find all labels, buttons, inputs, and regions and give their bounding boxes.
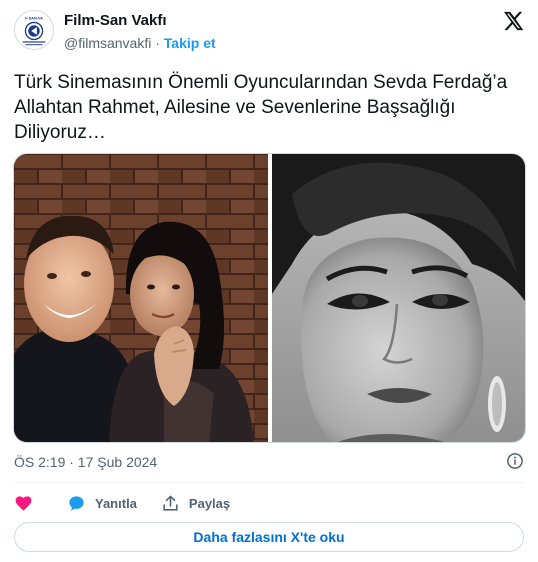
handle-row: @filmsanvakfi · Takip et [64,35,216,51]
photo-bw-portrait[interactable] [272,154,525,442]
heart-icon [15,495,32,511]
like-button[interactable] [14,494,33,513]
share-button[interactable]: Paylaş [161,494,230,513]
reply-button[interactable]: Yanıtla [67,494,137,513]
timestamp[interactable]: ÖS 2:19 · 17 Şub 2024 [14,454,157,470]
tweet-text: Türk Sinemasının Önemli Oyuncularından S… [14,72,508,143]
share-label: Paylaş [188,495,231,511]
action-bar: Yanıtla Paylaş [14,492,254,514]
x-logo-icon[interactable] [502,10,524,32]
author-name[interactable]: Film-San Vakfı [64,12,167,29]
follow-button[interactable]: Takip et [164,35,216,51]
avatar[interactable]: F·SAN·VA [14,10,54,50]
read-more-button[interactable]: Daha fazlasını X'te oku [14,522,524,552]
tweet-card: F·SAN·VA Film-San Vakfı @filmsanvakfi · … [0,0,538,562]
separator: · [155,35,160,51]
divider [14,482,524,483]
reply-bubble-icon [69,495,84,511]
reply-label: Yanıtla [95,495,137,511]
share-icon [163,495,178,511]
tweet-media[interactable] [13,153,526,443]
author-handle[interactable]: @filmsanvakfi [64,35,151,51]
film-san-logo-icon: F·SAN·VA [15,11,53,49]
photo-color-selfie[interactable] [14,154,268,442]
info-icon[interactable] [506,452,524,470]
svg-text:F·SAN·VA: F·SAN·VA [25,17,43,21]
